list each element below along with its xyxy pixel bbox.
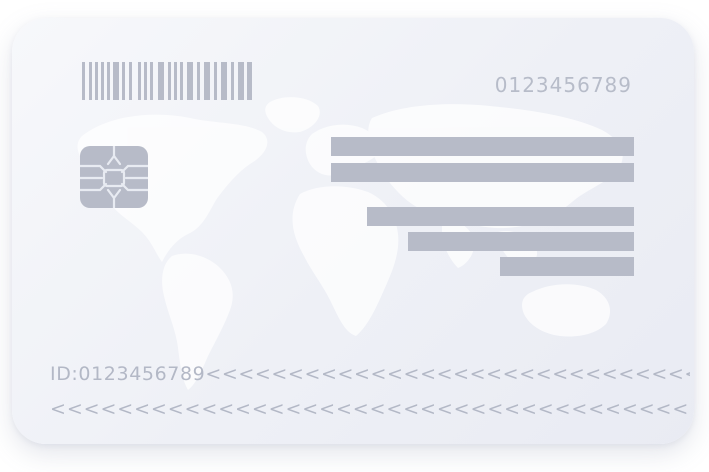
- id-card: 0123456789 ID:0123456789<<<<<<<<<<<<<<<<…: [12, 18, 694, 444]
- mrz-line-1: ID:0123456789<<<<<<<<<<<<<<<<<<<<<<<<<<<…: [50, 363, 690, 385]
- canvas: 0123456789 ID:0123456789<<<<<<<<<<<<<<<<…: [0, 0, 709, 472]
- info-line-1: [331, 137, 634, 156]
- mrz-line-2: <<<<<<<<<<<<<<<<<<<<<<<<<<<<<<<<<<<<<<<<…: [50, 398, 690, 420]
- info-line-5: [500, 257, 634, 276]
- info-line-3: [367, 207, 634, 226]
- info-line-4: [408, 232, 634, 251]
- info-line-2: [331, 163, 634, 182]
